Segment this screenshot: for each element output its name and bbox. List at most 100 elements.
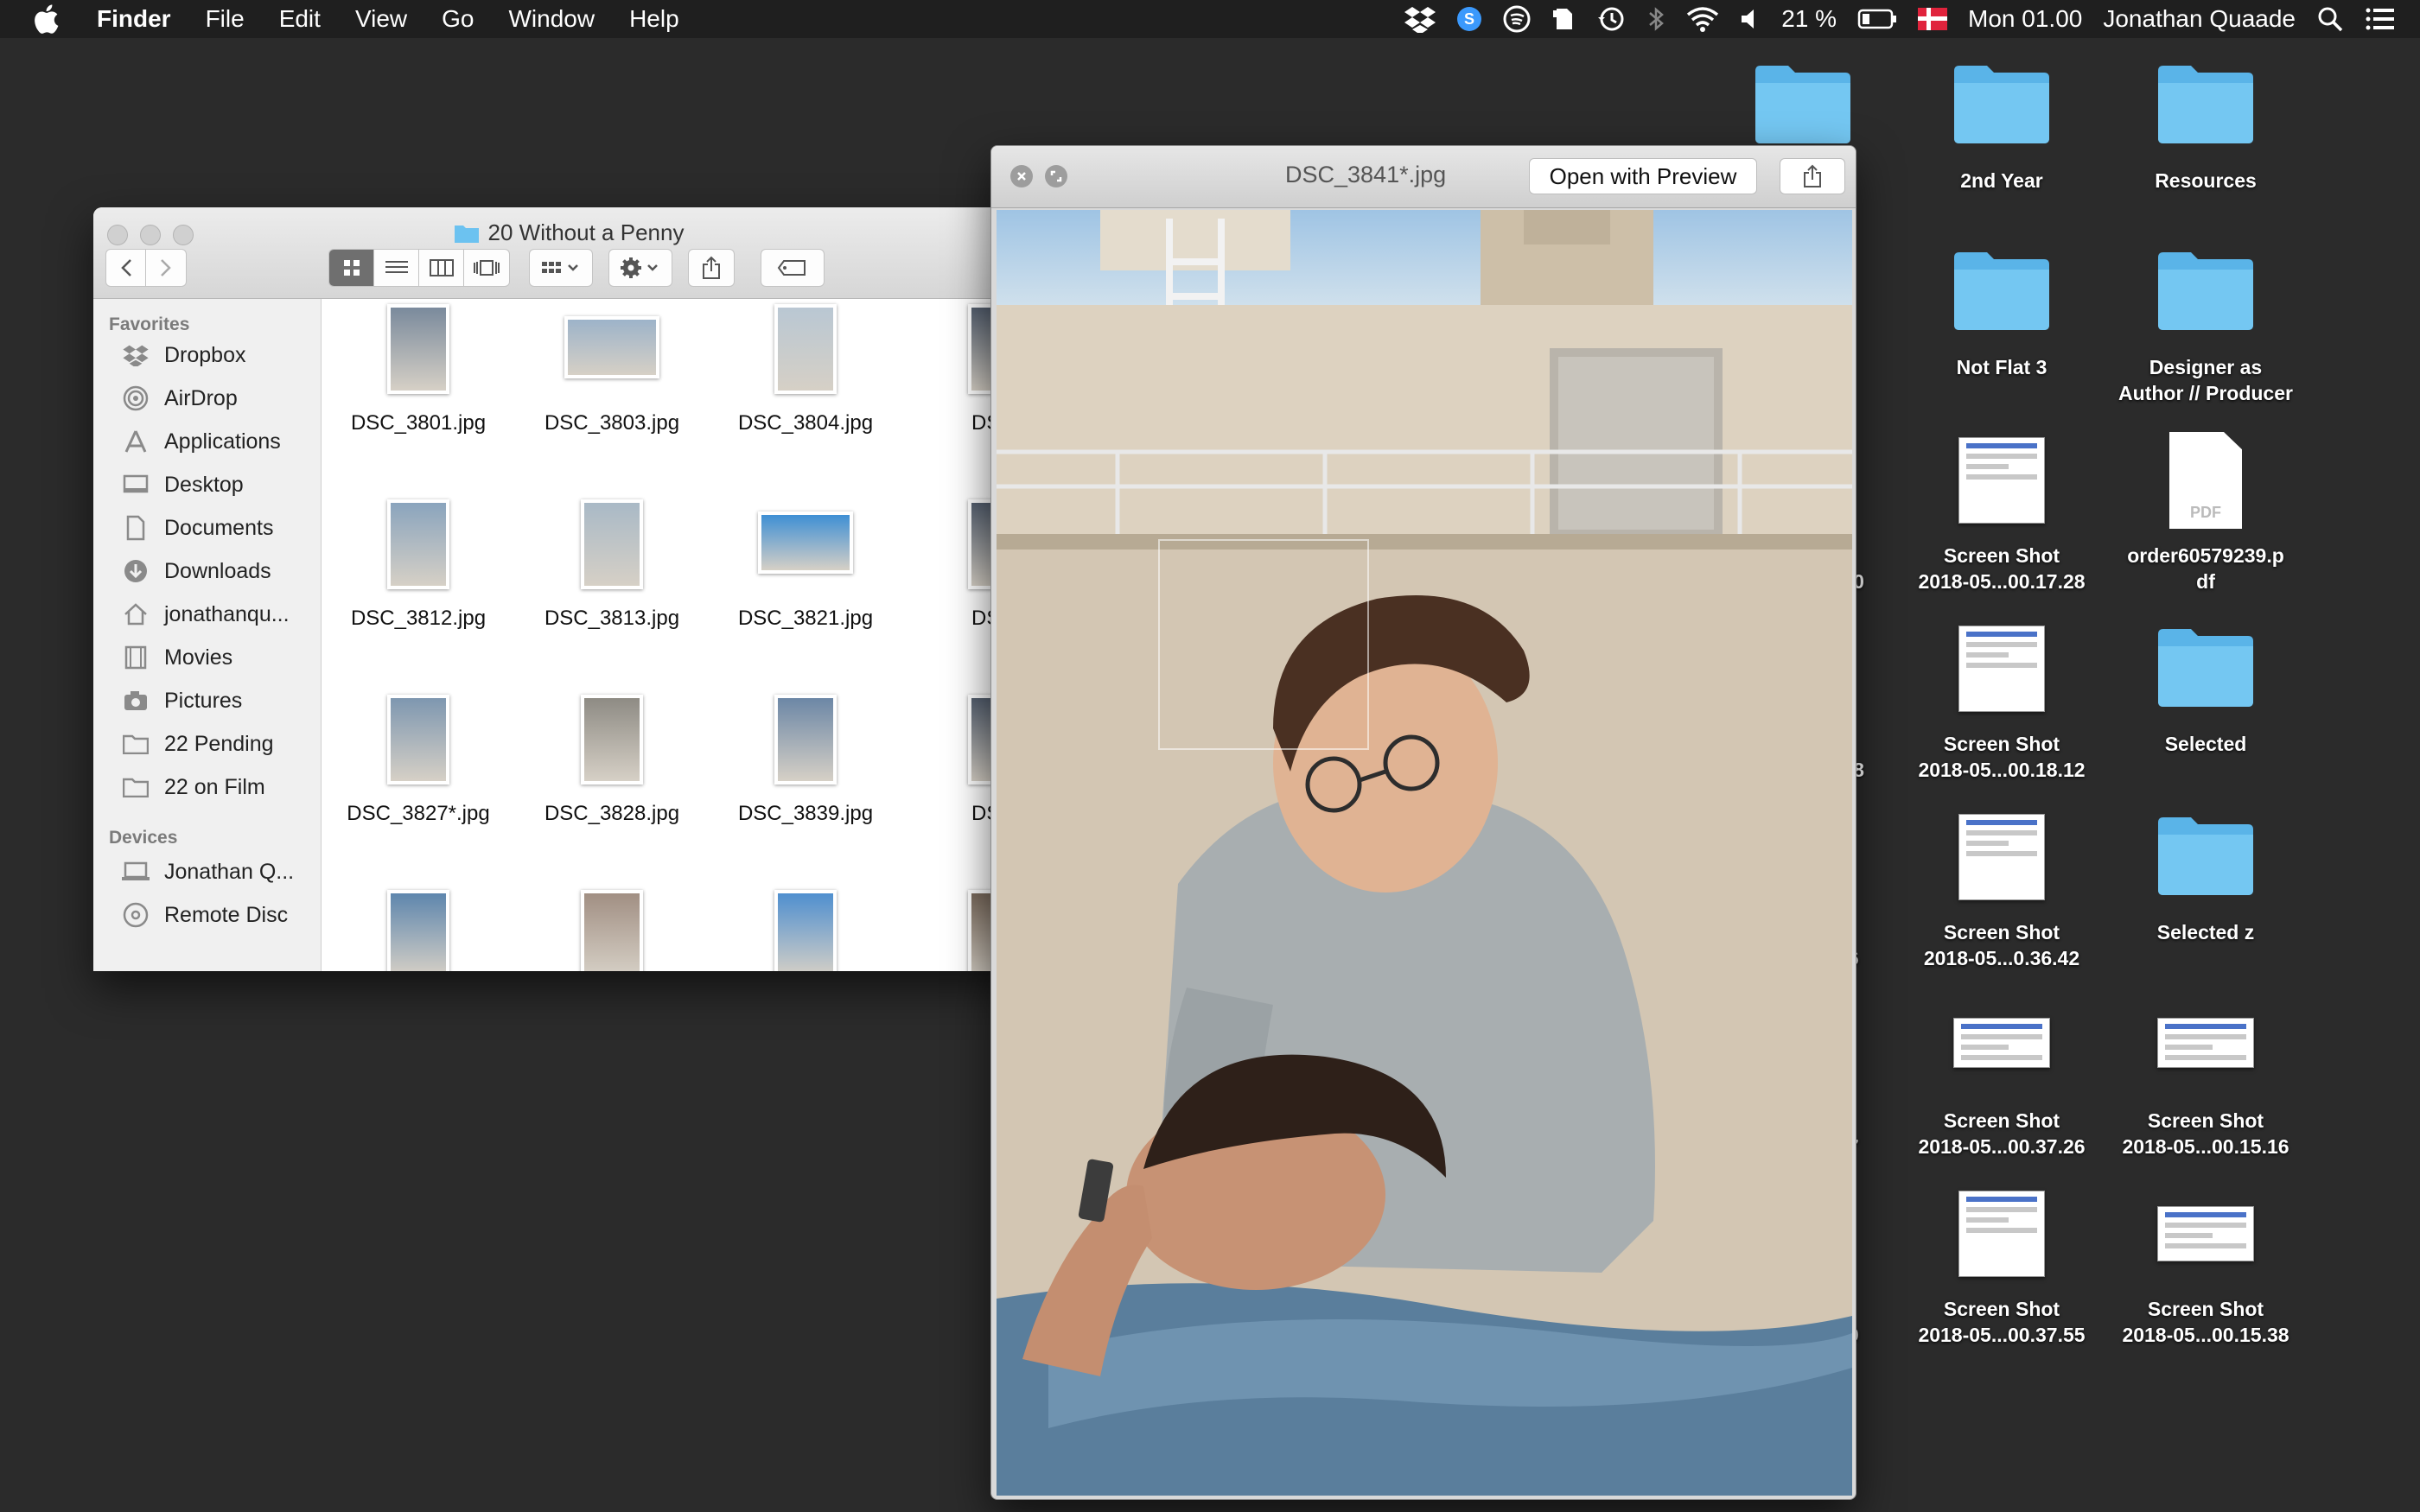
sidebar-favorite-item[interactable]: Downloads (93, 550, 321, 593)
file-name: DSC_3801.jpg (350, 411, 487, 435)
open-with-preview-button[interactable]: Open with Preview (1529, 158, 1757, 194)
sidebar-header-devices: Devices (109, 828, 178, 848)
desktop-item-label: Screen Shot 2018-05...0.36.42 (1923, 921, 2080, 969)
danish-flag-icon[interactable] (1918, 8, 1948, 30)
sidebar-favorite-item[interactable]: Desktop (93, 463, 321, 506)
folder-icon (121, 729, 150, 759)
preview-photo (997, 210, 1852, 1496)
quicklook-toolbar: DSC_3841*.jpg Open with Preview (991, 146, 1856, 208)
menu-view[interactable]: View (338, 0, 424, 38)
folder-icon (1951, 62, 2053, 149)
grid-icon (343, 260, 360, 276)
downloads-icon (121, 556, 150, 586)
notification-center-icon[interactable] (2365, 6, 2396, 32)
tags-button[interactable] (761, 249, 825, 287)
menubar-user[interactable]: Jonathan Quaade (2103, 5, 2296, 33)
icon-view-button[interactable] (329, 250, 374, 286)
sidebar-favorite-item[interactable]: Documents (93, 506, 321, 550)
file-name: DSC_3827*.jpg (347, 802, 490, 825)
share-icon (703, 256, 720, 279)
sidebar-device-item[interactable]: Jonathan Q... (93, 850, 321, 893)
window-title-text: 20 Without a Penny (487, 219, 685, 245)
spotify-icon[interactable] (1503, 5, 1531, 33)
menu-window[interactable]: Window (491, 0, 612, 38)
back-button[interactable] (106, 250, 146, 286)
movies-icon (121, 643, 150, 672)
forward-button[interactable] (146, 250, 186, 286)
apple-icon[interactable] (31, 3, 60, 35)
share-button[interactable] (688, 249, 735, 287)
file-thumbnail (387, 304, 449, 394)
pdf-badge: PDF (2190, 504, 2221, 521)
screenshot-thumbnail (1958, 626, 2045, 712)
desktop-item-label: Screen Shot 2018-05...00.15.16 (2122, 1109, 2289, 1158)
sidebar-favorite-item[interactable]: AirDrop (93, 377, 321, 420)
close-icon (1017, 172, 1026, 181)
bluetooth-icon[interactable] (1646, 5, 1665, 33)
desktop-icon (121, 470, 150, 499)
battery-percent[interactable]: 21 % (1781, 5, 1837, 33)
sidebar-favorite-item[interactable]: Pictures (93, 679, 321, 722)
evernote-icon[interactable] (1551, 5, 1576, 33)
favorites-list: Dropbox AirDrop Applications Desktop Documen… (93, 334, 321, 809)
sidebar-item-label: Pictures (164, 688, 243, 713)
wifi-icon[interactable] (1686, 6, 1719, 32)
dropbox-status-icon[interactable] (1404, 5, 1436, 33)
menu-help[interactable]: Help (612, 0, 697, 38)
sidebar-favorite-item[interactable]: Applications (93, 420, 321, 463)
desktop-item-label: Screen Shot 2018-05...00.37.26 (1918, 1109, 2086, 1158)
pictures-icon (121, 686, 150, 715)
list-icon (385, 261, 408, 273)
shazam-icon[interactable]: S (1456, 6, 1482, 32)
home-icon (121, 600, 150, 629)
desktop-item-label: Selected z (2156, 921, 2255, 943)
file-thumbnail (758, 511, 853, 574)
menu-file[interactable]: File (188, 0, 262, 38)
spotlight-search-icon[interactable] (2316, 5, 2344, 33)
sidebar-favorite-item[interactable]: Movies (93, 636, 321, 679)
screenshot-thumbnail (1958, 1191, 2045, 1277)
list-view-button[interactable] (374, 250, 419, 286)
arrange-button[interactable] (529, 249, 593, 287)
volume-icon[interactable] (1740, 7, 1761, 31)
close-button[interactable] (1010, 165, 1033, 187)
menu-edit[interactable]: Edit (262, 0, 338, 38)
file-name: DSC_3828.jpg (544, 802, 680, 825)
airdrop-icon (121, 384, 150, 413)
menu-app-name[interactable]: Finder (80, 0, 188, 38)
sidebar-device-item[interactable]: Remote Disc (93, 893, 321, 937)
column-view-button[interactable] (419, 250, 464, 286)
share-icon (1804, 164, 1821, 187)
devices-list: Jonathan Q... Remote Disc (93, 850, 321, 937)
svg-text:S: S (1464, 10, 1474, 28)
desktop-item-label: 2nd Year (1960, 169, 2043, 192)
screenshot-thumbnail (2157, 1018, 2254, 1068)
folder-icon (121, 772, 150, 802)
time-machine-icon[interactable] (1596, 5, 1626, 33)
file-thumbnail (581, 890, 643, 971)
columns-icon (429, 259, 454, 276)
fullscreen-button[interactable] (1045, 165, 1067, 187)
menu-go[interactable]: Go (424, 0, 491, 38)
screenshot-thumbnail (1958, 814, 2045, 900)
coverflow-view-button[interactable] (464, 250, 509, 286)
file-thumbnail (581, 695, 643, 785)
sidebar-favorite-item[interactable]: jonathanqu... (93, 593, 321, 636)
menubar-clock[interactable]: Mon 01.00 (1968, 5, 2082, 33)
file-thumbnail (774, 890, 837, 971)
file-name: DSC_3803.jpg (544, 411, 680, 435)
sidebar-favorite-item[interactable]: Dropbox (93, 334, 321, 377)
sidebar-item-label: Jonathan Q... (164, 859, 295, 884)
sidebar-favorite-item[interactable]: 22 Pending (93, 722, 321, 766)
action-menu-button[interactable] (608, 249, 672, 287)
laptop-icon (121, 857, 150, 886)
sidebar-favorite-item[interactable]: 22 on Film (93, 766, 321, 809)
share-button[interactable] (1780, 158, 1845, 194)
desktop-item-label: order60579239.p df (2127, 544, 2284, 593)
dropbox-icon (121, 340, 150, 370)
view-mode-group (328, 249, 510, 287)
tag-icon (777, 260, 806, 276)
desktop-item-label: Resources (2155, 169, 2257, 192)
battery-icon[interactable] (1857, 8, 1897, 30)
desktop-item-label: Designer as Author // Producer (2118, 356, 2293, 404)
